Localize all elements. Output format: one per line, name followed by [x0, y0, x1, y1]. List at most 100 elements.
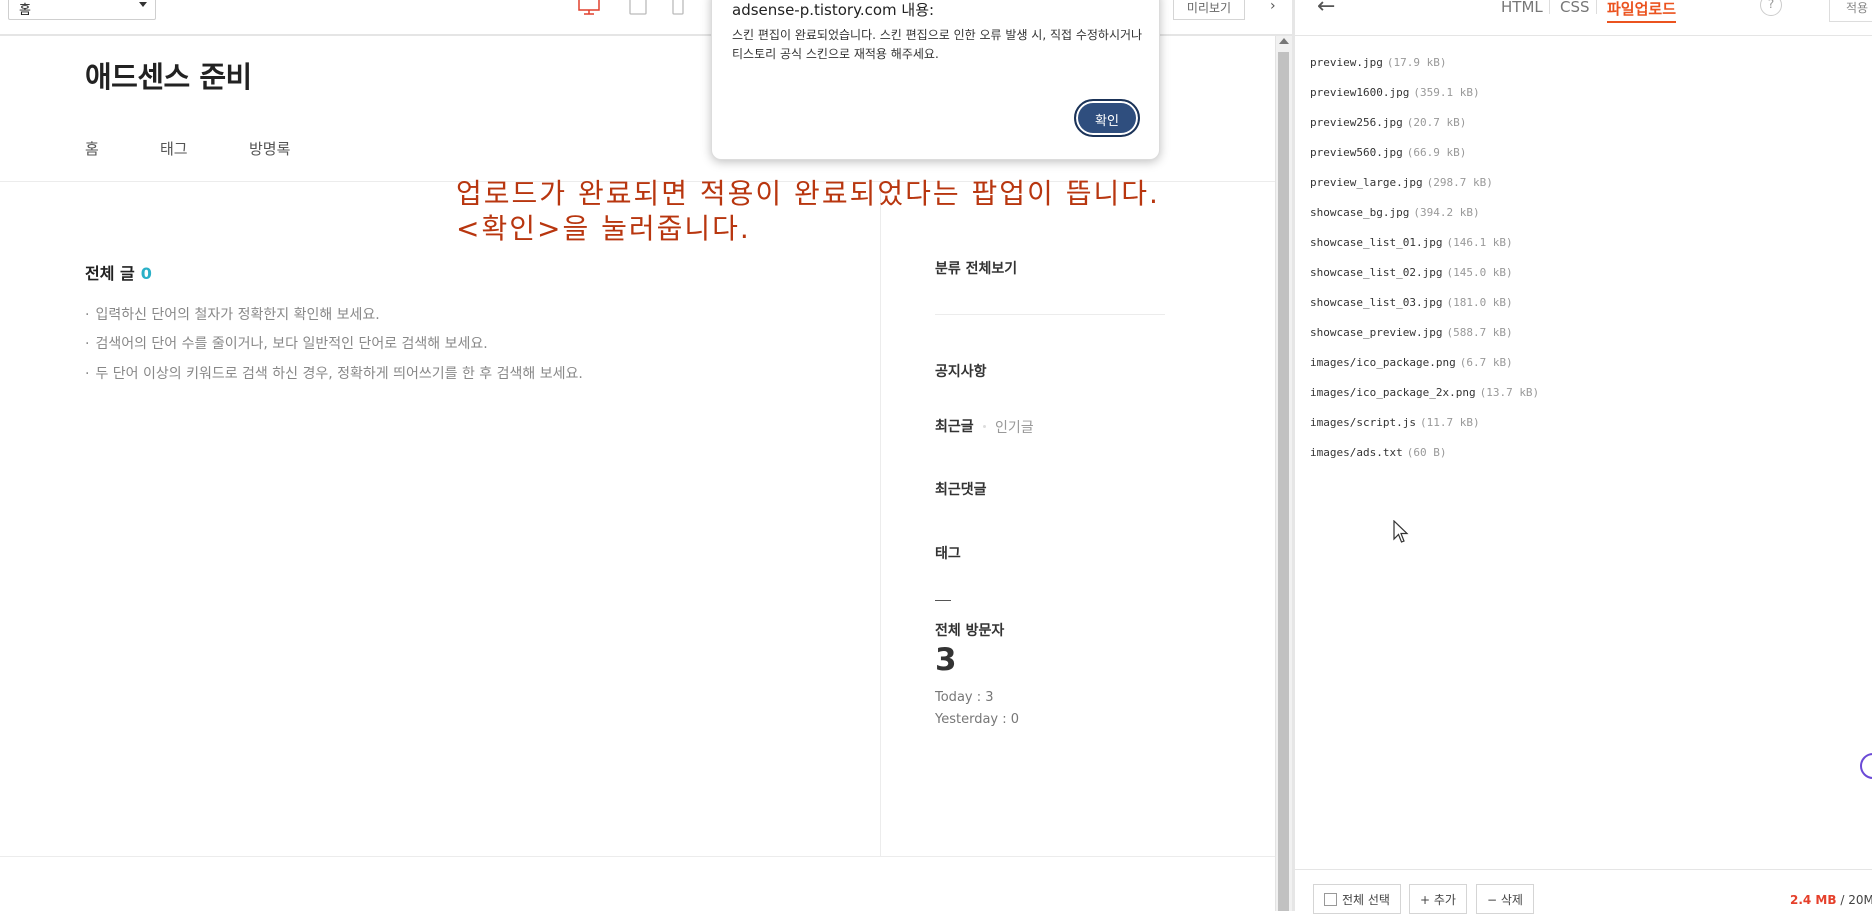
- visitors-today: Today : 3: [935, 690, 994, 705]
- storage-total: / 20MB: [1840, 893, 1872, 907]
- file-name: showcase_list_01.jpg: [1310, 236, 1443, 249]
- file-name: images/ico_package.png: [1310, 356, 1456, 369]
- file-name: showcase_bg.jpg: [1310, 206, 1410, 219]
- apply-button[interactable]: 적용: [1829, 0, 1872, 22]
- tab-recent-posts[interactable]: 최근글: [935, 416, 974, 436]
- visitors-total: 3: [935, 642, 957, 678]
- add-file-button[interactable]: + 추가: [1409, 884, 1467, 914]
- file-list-item[interactable]: showcase_list_02.jpg (145.0 kB): [1310, 266, 1513, 279]
- file-list-item[interactable]: showcase_preview.jpg (588.7 kB): [1310, 326, 1513, 339]
- file-list-item[interactable]: preview1600.jpg (359.1 kB): [1310, 86, 1480, 99]
- divider: [880, 182, 881, 856]
- file-list-item[interactable]: showcase_bg.jpg (394.2 kB): [1310, 206, 1480, 219]
- post-count-label: 전체 글: [85, 264, 135, 283]
- page-select[interactable]: 홈: [8, 0, 156, 20]
- file-list-item[interactable]: preview560.jpg (66.9 kB): [1310, 146, 1466, 159]
- post-count-value: 0: [140, 264, 152, 283]
- file-name: preview256.jpg: [1310, 116, 1403, 129]
- file-size: (181.0 kB): [1446, 296, 1513, 309]
- file-list-item[interactable]: showcase_list_03.jpg (181.0 kB): [1310, 296, 1513, 309]
- delete-file-button[interactable]: − 삭제: [1476, 884, 1534, 914]
- select-all-button[interactable]: 전체 선택: [1313, 884, 1401, 914]
- search-tip-text: 입력하신 단어의 철자가 정확한지 확인해 보세요.: [95, 307, 380, 323]
- file-size: (6.7 kB): [1459, 356, 1513, 369]
- file-list-item[interactable]: images/script.js (11.7 kB): [1310, 416, 1480, 429]
- select-all-label: 전체 선택: [1342, 893, 1390, 907]
- file-name: showcase_list_03.jpg: [1310, 296, 1443, 309]
- file-name: preview.jpg: [1310, 56, 1383, 69]
- dialog-ok-button[interactable]: 확인: [1074, 99, 1140, 137]
- file-size: (394.2 kB): [1413, 206, 1480, 219]
- tab-popular-posts[interactable]: 인기글: [995, 417, 1034, 437]
- tab-separator: [1596, 0, 1597, 14]
- divider: [0, 856, 1275, 857]
- file-list-item[interactable]: images/ico_package.png (6.7 kB): [1310, 356, 1513, 369]
- file-size: (66.9 kB): [1406, 146, 1467, 159]
- back-arrow-icon[interactable]: ←: [1317, 0, 1335, 19]
- file-list-item[interactable]: preview256.jpg (20.7 kB): [1310, 116, 1466, 129]
- editor-panel: ← HTML CSS 파일업로드 ? 적용 preview.jpg (17.9 k…: [1295, 0, 1872, 914]
- search-tip-text: 검색어의 단어 수를 줄이거나, 보다 일반적인 단어로 검색해 보세요.: [95, 336, 488, 352]
- preview-scrollbar-thumb[interactable]: [1278, 52, 1289, 911]
- tablet-icon[interactable]: [629, 0, 647, 16]
- category-all-link[interactable]: 분류 전체보기: [935, 258, 1017, 278]
- file-size: (145.0 kB): [1446, 266, 1513, 279]
- file-name: images/ads.txt: [1310, 446, 1403, 459]
- file-list-item[interactable]: showcase_list_01.jpg (146.1 kB): [1310, 236, 1513, 249]
- file-list-item[interactable]: images/ico_package_2x.png (13.7 kB): [1310, 386, 1539, 399]
- annotation-line-2: <확인>을 눌러줍니다.: [456, 212, 751, 245]
- scroll-up-icon[interactable]: [1279, 38, 1289, 44]
- dialog-message: 스킨 편집이 완료되었습니다. 스킨 편집으로 인한 오류 발생 시, 직접 수…: [732, 28, 1143, 61]
- editor-footer: 전체 선택 + 추가 − 삭제 2.4 MB / 20MB: [1295, 869, 1872, 914]
- visitors-label: 전체 방문자: [935, 623, 1005, 639]
- notice-heading: 공지사항: [935, 364, 987, 380]
- visitors-yesterday: Yesterday : 0: [935, 712, 1020, 727]
- file-name: preview1600.jpg: [1310, 86, 1410, 99]
- tab-css[interactable]: CSS: [1560, 0, 1590, 16]
- mouse-cursor-icon: [1393, 520, 1409, 543]
- file-list-item[interactable]: images/ads.txt (60 B): [1310, 446, 1446, 459]
- file-size: (298.7 kB): [1426, 176, 1493, 189]
- mobile-icon[interactable]: [672, 0, 684, 16]
- search-tip-text: 두 단어 이상의 키워드로 검색 하신 경우, 정확하게 띄어쓰기를 한 후 검…: [95, 366, 583, 382]
- separator-dot: [983, 425, 986, 428]
- search-tip: · 두 단어 이상의 키워드로 검색 하신 경우, 정확하게 띄어쓰기를 한 후 …: [85, 366, 583, 382]
- file-size: (359.1 kB): [1413, 86, 1480, 99]
- tab-file-upload[interactable]: 파일업로드: [1607, 0, 1677, 23]
- page-select-value: 홈: [19, 3, 31, 18]
- file-list-item[interactable]: preview_large.jpg (298.7 kB): [1310, 176, 1493, 189]
- file-name: images/ico_package_2x.png: [1310, 386, 1476, 399]
- storage-used: 2.4 MB: [1790, 893, 1837, 907]
- tab-html[interactable]: HTML: [1501, 0, 1543, 16]
- alert-dialog: adsense-p.tistory.com 내용: 스킨 편집이 완료되었습니다…: [711, 0, 1160, 160]
- nav-tag[interactable]: 태그: [160, 138, 188, 159]
- file-name: preview560.jpg: [1310, 146, 1403, 159]
- file-size: (20.7 kB): [1406, 116, 1467, 129]
- checkbox-icon[interactable]: [1324, 893, 1337, 906]
- file-size: (11.7 kB): [1419, 416, 1480, 429]
- tags-heading: 태그: [935, 546, 961, 562]
- preview-button[interactable]: 미리보기: [1173, 0, 1245, 20]
- nav-home[interactable]: 홈: [85, 138, 99, 159]
- chevron-right-icon[interactable]: ›: [1270, 0, 1276, 14]
- file-list-item[interactable]: preview.jpg (17.9 kB): [1310, 56, 1446, 69]
- file-size: (588.7 kB): [1446, 326, 1513, 339]
- divider: [935, 314, 1165, 315]
- help-button[interactable]: ?: [1760, 0, 1782, 16]
- file-size: (146.1 kB): [1446, 236, 1513, 249]
- blog-title[interactable]: 애드센스 준비: [85, 54, 252, 96]
- file-size: (60 B): [1406, 446, 1447, 459]
- file-name: preview_large.jpg: [1310, 176, 1423, 189]
- file-name: showcase_preview.jpg: [1310, 326, 1443, 339]
- tab-separator: [1549, 0, 1550, 14]
- dialog-title: adsense-p.tistory.com 내용:: [732, 1, 935, 19]
- recent-comments-heading: 최근댓글: [935, 482, 987, 498]
- desktop-icon[interactable]: [578, 0, 600, 16]
- file-name: images/script.js: [1310, 416, 1416, 429]
- search-tip: · 입력하신 단어의 철자가 정확한지 확인해 보세요.: [85, 307, 380, 323]
- nav-guestbook[interactable]: 방명록: [249, 138, 290, 159]
- post-count: 전체 글 0: [85, 260, 152, 284]
- annotation-line-1: 업로드가 완료되면 적용이 완료되었다는 팝업이 뜹니다.: [456, 177, 1160, 210]
- file-size: (17.9 kB): [1386, 56, 1447, 69]
- search-tip: · 검색어의 단어 수를 줄이거나, 보다 일반적인 단어로 검색해 보세요.: [85, 336, 488, 352]
